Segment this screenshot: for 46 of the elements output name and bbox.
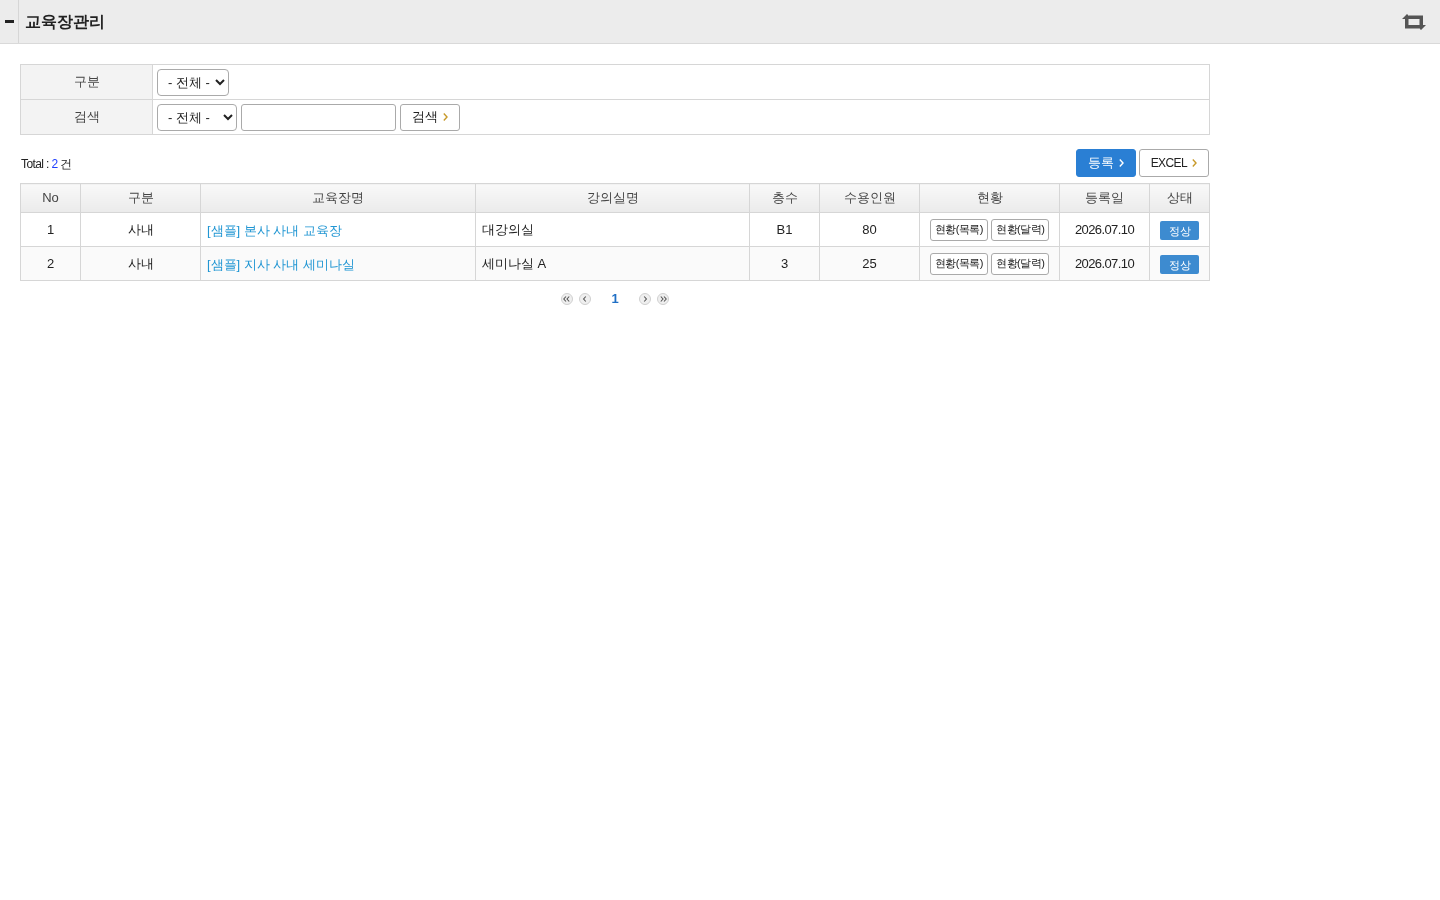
table-cell: 대강의실: [475, 212, 750, 247]
double-chevron-left-icon[interactable]: [561, 292, 574, 305]
chevron-right-icon: [443, 113, 448, 121]
table-cell: B1: [749, 212, 820, 247]
column-header: 층수: [749, 183, 820, 213]
table-cell: 사내: [80, 246, 201, 281]
column-header: 구분: [80, 183, 201, 213]
column-header: No: [20, 183, 81, 213]
table-cell: 사내: [80, 212, 201, 247]
table-cell: 1: [20, 212, 81, 247]
excel-button[interactable]: EXCEL: [1138, 149, 1209, 177]
chevron-right-icon: [1192, 159, 1197, 167]
search-input[interactable]: [241, 103, 396, 131]
form-label: 검색: [20, 99, 153, 135]
table-cell: 세미나실 A: [475, 246, 750, 281]
register-button[interactable]: 등록: [1075, 149, 1136, 177]
column-header: 수용인원: [819, 183, 920, 213]
form-label: 구분: [20, 64, 153, 100]
total-count: Total : 2 건: [20, 156, 72, 173]
column-header: 현황: [919, 183, 1060, 213]
status-button[interactable]: 정상: [1160, 255, 1199, 275]
column-header: 강의실명: [475, 183, 750, 213]
status-view-button[interactable]: 현황(목록): [929, 218, 988, 241]
select-field[interactable]: - 전체 -: [157, 103, 237, 131]
status-view-button[interactable]: 현황(목록): [929, 252, 988, 275]
page-title: 교육장관리: [24, 11, 105, 32]
column-header: 교육장명: [200, 183, 476, 213]
status-button[interactable]: 정상: [1160, 221, 1199, 241]
chevron-left-icon[interactable]: [579, 292, 592, 305]
table-cell: 25: [819, 246, 920, 281]
table-cell: 2026.07.10: [1059, 246, 1150, 281]
table-cell: 2: [20, 246, 81, 281]
status-view-button[interactable]: 현황(달력): [991, 252, 1050, 275]
table-cell: 80: [819, 212, 920, 247]
select-field[interactable]: - 전체 -: [157, 68, 229, 96]
column-header: 상태: [1149, 183, 1210, 213]
column-header: 등록일: [1059, 183, 1150, 213]
table-cell: 3: [749, 246, 820, 281]
search-button[interactable]: 검색: [400, 103, 460, 131]
table-cell: 2026.07.10: [1059, 212, 1150, 247]
double-chevron-right-icon[interactable]: [656, 292, 669, 305]
chevron-right-icon: [1118, 159, 1124, 167]
repeat-icon[interactable]: [1402, 13, 1426, 30]
chevron-right-icon[interactable]: [638, 292, 651, 305]
status-view-button[interactable]: 현황(달력): [991, 218, 1050, 241]
page-link[interactable]: 1: [611, 289, 619, 309]
